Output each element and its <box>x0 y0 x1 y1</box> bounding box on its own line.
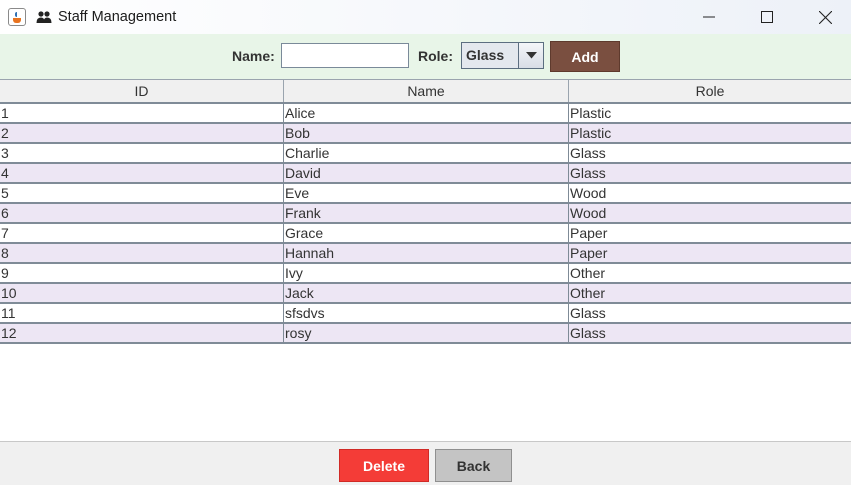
name-input[interactable] <box>281 43 409 68</box>
cell-role[interactable]: Paper <box>569 244 851 262</box>
cell-id[interactable]: 12 <box>0 324 284 342</box>
table-header: ID Name Role <box>0 79 851 104</box>
cell-name[interactable]: Hannah <box>284 244 569 262</box>
name-label: Name: <box>232 48 275 64</box>
table-row[interactable]: 12 rosy Glass <box>0 324 851 344</box>
close-icon <box>818 10 832 24</box>
table-row[interactable]: 10 Jack Other <box>0 284 851 304</box>
title-bar: Staff Management <box>0 0 851 34</box>
cell-role[interactable]: Wood <box>569 184 851 202</box>
cell-name[interactable]: Ivy <box>284 264 569 282</box>
cell-name[interactable]: Charlie <box>284 144 569 162</box>
window-title: Staff Management <box>58 9 177 25</box>
maximize-icon <box>761 11 773 23</box>
cell-id[interactable]: 5 <box>0 184 284 202</box>
cell-name[interactable]: David <box>284 164 569 182</box>
cell-id[interactable]: 7 <box>0 224 284 242</box>
cell-role[interactable]: Other <box>569 264 851 282</box>
table-row[interactable]: 4 David Glass <box>0 164 851 184</box>
cell-id[interactable]: 10 <box>0 284 284 302</box>
cell-role[interactable]: Glass <box>569 164 851 182</box>
cell-role[interactable]: Glass <box>569 324 851 342</box>
cell-name[interactable]: Jack <box>284 284 569 302</box>
table-row[interactable]: 1 Alice Plastic <box>0 104 851 124</box>
table-row[interactable]: 5 Eve Wood <box>0 184 851 204</box>
table-row[interactable]: 3 Charlie Glass <box>0 144 851 164</box>
cell-name[interactable]: Eve <box>284 184 569 202</box>
cell-role[interactable]: Plastic <box>569 104 851 122</box>
role-selected-value: Glass <box>466 47 505 63</box>
cell-name[interactable]: Frank <box>284 204 569 222</box>
table-row[interactable]: 2 Bob Plastic <box>0 124 851 144</box>
cell-role[interactable]: Other <box>569 284 851 302</box>
cell-role[interactable]: Glass <box>569 304 851 322</box>
table-row[interactable]: 8 Hannah Paper <box>0 244 851 264</box>
cell-name[interactable]: sfsdvs <box>284 304 569 322</box>
staff-form: Name: Role: Glass Add <box>0 34 851 79</box>
cell-id[interactable]: 8 <box>0 244 284 262</box>
cell-id[interactable]: 2 <box>0 124 284 142</box>
cell-name[interactable]: Grace <box>284 224 569 242</box>
minimize-icon <box>703 16 715 18</box>
people-icon <box>36 10 52 24</box>
add-button[interactable]: Add <box>550 41 620 72</box>
table-row[interactable]: 6 Frank Wood <box>0 204 851 224</box>
close-button[interactable] <box>796 0 851 34</box>
table-row[interactable]: 7 Grace Paper <box>0 224 851 244</box>
cell-role[interactable]: Wood <box>569 204 851 222</box>
cell-id[interactable]: 3 <box>0 144 284 162</box>
cell-role[interactable]: Glass <box>569 144 851 162</box>
cell-name[interactable]: Alice <box>284 104 569 122</box>
delete-button[interactable]: Delete <box>339 449 429 482</box>
minimize-button[interactable] <box>680 0 738 34</box>
cell-id[interactable]: 1 <box>0 104 284 122</box>
dropdown-arrow-button[interactable] <box>518 43 543 68</box>
maximize-button[interactable] <box>738 0 796 34</box>
table-row[interactable]: 9 Ivy Other <box>0 264 851 284</box>
cell-id[interactable]: 11 <box>0 304 284 322</box>
back-button[interactable]: Back <box>435 449 512 482</box>
role-label: Role: <box>418 48 453 64</box>
staff-table: ID Name Role 1 Alice Plastic 2 Bob Plastic 3 Ch… <box>0 79 851 441</box>
bottom-bar: Delete Back <box>0 441 851 485</box>
cell-role[interactable]: Paper <box>569 224 851 242</box>
cell-name[interactable]: Bob <box>284 124 569 142</box>
cell-id[interactable]: 4 <box>0 164 284 182</box>
cell-name[interactable]: rosy <box>284 324 569 342</box>
role-dropdown[interactable]: Glass <box>461 42 544 69</box>
column-header-name[interactable]: Name <box>284 80 569 102</box>
chevron-down-icon <box>525 52 537 59</box>
cell-id[interactable]: 6 <box>0 204 284 222</box>
cell-role[interactable]: Plastic <box>569 124 851 142</box>
column-header-role[interactable]: Role <box>569 80 851 102</box>
cell-id[interactable]: 9 <box>0 264 284 282</box>
java-app-icon[interactable] <box>8 8 26 26</box>
table-row[interactable]: 11 sfsdvs Glass <box>0 304 851 324</box>
column-header-id[interactable]: ID <box>0 80 284 102</box>
